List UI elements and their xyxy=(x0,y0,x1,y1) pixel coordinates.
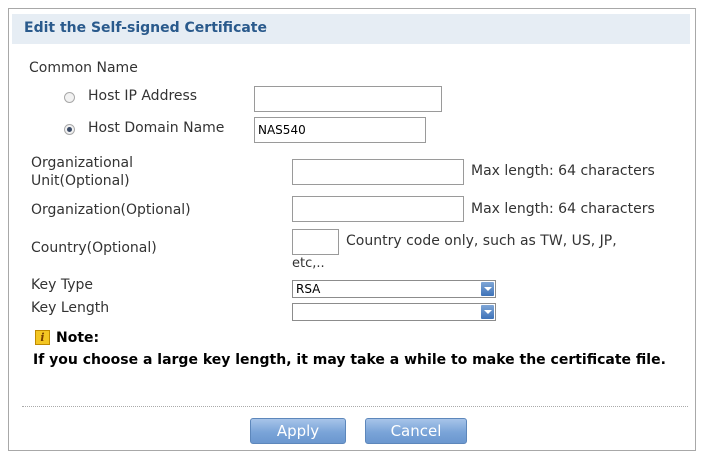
dialog-title: Edit the Self-signed Certificate xyxy=(24,20,267,36)
apply-button[interactable]: Apply xyxy=(250,418,346,444)
key-length-select[interactable] xyxy=(292,303,496,321)
chevron-down-icon[interactable] xyxy=(481,305,494,319)
note-title: Note: xyxy=(56,330,100,346)
common-name-label: Common Name xyxy=(29,60,138,76)
cancel-button[interactable]: Cancel xyxy=(365,418,467,444)
country-hint-line1: Country code only, such as TW, US, JP, xyxy=(346,233,617,249)
note-icon: i xyxy=(35,330,50,345)
chevron-down-icon[interactable] xyxy=(481,282,494,296)
key-type-select[interactable]: RSA xyxy=(292,280,496,298)
host-domain-label: Host Domain Name xyxy=(88,120,225,136)
country-label: Country(Optional) xyxy=(31,240,157,256)
key-length-label: Key Length xyxy=(31,300,110,316)
host-domain-radio[interactable] xyxy=(64,124,75,135)
organization-hint: Max length: 64 characters xyxy=(471,201,655,217)
country-input[interactable] xyxy=(292,229,339,255)
org-unit-input[interactable] xyxy=(292,159,464,185)
host-ip-radio[interactable] xyxy=(64,92,75,103)
key-type-value: RSA xyxy=(296,282,321,296)
host-domain-input[interactable] xyxy=(254,117,426,143)
country-hint-line2: etc,.. xyxy=(292,256,325,271)
organization-input[interactable] xyxy=(292,196,464,222)
host-ip-label: Host IP Address xyxy=(88,88,198,104)
organization-label: Organization(Optional) xyxy=(31,202,191,218)
org-unit-label-line2: Unit(Optional) xyxy=(31,173,130,189)
note-text: If you choose a large key length, it may… xyxy=(33,352,666,368)
divider xyxy=(22,406,688,407)
org-unit-label-line1: Organizational xyxy=(31,155,133,171)
key-type-label: Key Type xyxy=(31,277,93,293)
host-ip-input[interactable] xyxy=(254,86,442,112)
org-unit-hint: Max length: 64 characters xyxy=(471,163,655,179)
